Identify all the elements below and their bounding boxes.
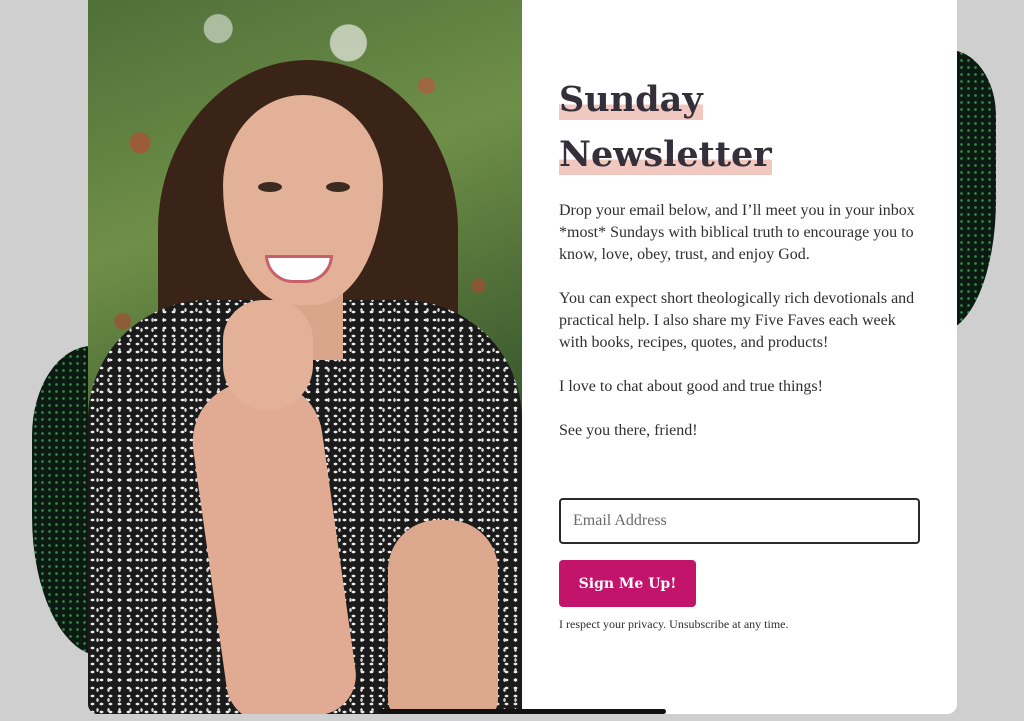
- newsletter-title: Sunday Newsletter: [559, 72, 921, 182]
- page-backdrop: Sunday Newsletter Drop your email below,…: [0, 0, 1024, 721]
- newsletter-title-line2: Newsletter: [559, 134, 772, 175]
- description-paragraph-2: You can expect short theologically rich …: [559, 290, 915, 351]
- photo-eye-right: [326, 182, 350, 192]
- newsletter-title-line1: Sunday: [559, 79, 703, 120]
- description-paragraph-4: See you there, friend!: [559, 422, 698, 439]
- description-paragraph-1: Drop your email below, and I’ll meet you…: [559, 202, 915, 263]
- description-paragraph-3: I love to chat about good and true thing…: [559, 378, 823, 395]
- photo-eye-left: [258, 182, 282, 192]
- newsletter-modal: Sunday Newsletter Drop your email below,…: [88, 0, 957, 714]
- sign-me-up-button[interactable]: Sign Me Up!: [559, 560, 696, 607]
- newsletter-content: Sunday Newsletter Drop your email below,…: [522, 0, 957, 714]
- home-indicator-bar[interactable]: [378, 709, 666, 714]
- newsletter-description: Drop your email below, and I’ll meet you…: [559, 200, 921, 442]
- privacy-note: I respect your privacy. Unsubscribe at a…: [559, 617, 789, 631]
- photo-hand-shape: [223, 300, 313, 410]
- author-portrait-photo: [88, 0, 522, 714]
- email-address-input[interactable]: [559, 498, 920, 544]
- photo-forearm-shape: [388, 520, 498, 714]
